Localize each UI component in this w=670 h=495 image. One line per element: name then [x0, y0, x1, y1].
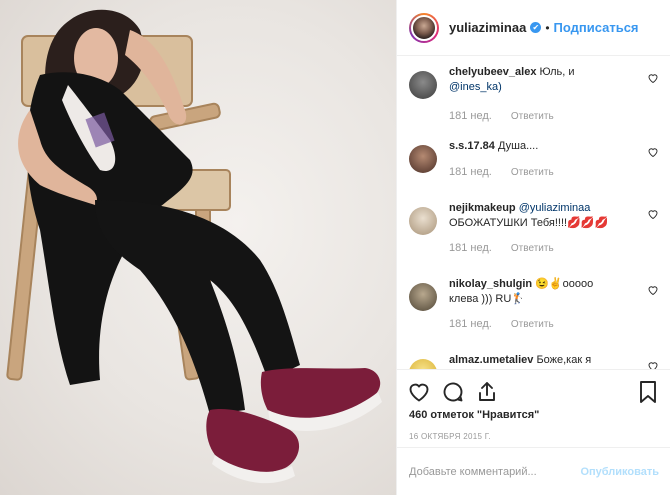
post-date[interactable]: 16 ОКТЯБРЯ 2015 Г.	[409, 432, 491, 441]
comment-icon[interactable]	[441, 380, 465, 404]
commenter-avatar[interactable]	[409, 359, 437, 369]
comment-text: nikolay_shulgin 😉✌ooooo клева ))) RU🏌	[449, 277, 635, 307]
like-small-icon[interactable]	[647, 146, 659, 158]
commenter-avatar[interactable]	[409, 71, 437, 99]
post-photo[interactable]	[0, 0, 396, 495]
comment-time[interactable]: 181 нед.	[449, 318, 492, 330]
post-photo-illustration	[6, 9, 382, 484]
reply-button[interactable]: Ответить	[511, 111, 554, 122]
bookmark-icon[interactable]	[637, 380, 659, 404]
share-icon[interactable]	[475, 380, 499, 404]
add-comment-bar: Опубликовать	[397, 447, 670, 495]
verified-icon: ✔	[530, 22, 542, 33]
comment-content: Душа....	[497, 140, 539, 152]
like-small-icon[interactable]	[647, 360, 659, 369]
like-small-icon[interactable]	[647, 284, 659, 296]
author-avatar[interactable]	[409, 12, 439, 43]
comment-text: chelyubeev_alex Юль, и @ines_ka)	[449, 65, 635, 95]
comment-text: nejikmakeup @yuliaziminaa ОБОЖАТУШКИ Теб…	[449, 201, 635, 231]
comment-content: Юль, и	[539, 66, 575, 78]
action-icons	[407, 380, 499, 406]
commenter-avatar[interactable]	[409, 283, 437, 311]
comment-meta: 181 нед. Ответить	[449, 110, 570, 122]
comment-content: ОБОЖАТУШКИ Тебя!!!!💋💋💋	[449, 217, 609, 229]
follow-button[interactable]: Подписаться	[554, 20, 639, 35]
comment-content: клева ))) RU🏌	[449, 293, 525, 305]
likes-count[interactable]: 460 отметок "Нравится"	[409, 409, 539, 421]
heart-icon[interactable]	[407, 380, 431, 404]
comment-meta: 181 нед. Ответить	[449, 166, 570, 178]
separator-dot: •	[545, 20, 550, 35]
commenter-username[interactable]: nejikmakeup	[449, 202, 516, 214]
reply-button[interactable]: Ответить	[511, 243, 554, 254]
like-small-icon[interactable]	[647, 208, 659, 220]
commenter-avatar[interactable]	[409, 145, 437, 173]
commenter-username[interactable]: nikolay_shulgin	[449, 278, 532, 290]
comment-time[interactable]: 181 нед.	[449, 110, 492, 122]
comment-meta: 181 нед. Ответить	[449, 318, 570, 330]
comment-content: Боже,как я	[536, 354, 592, 366]
post-sidebar: yuliaziminaa ✔ • Подписаться chelyubeev_…	[396, 0, 670, 495]
comment-content: 😉✌ooooo	[535, 278, 594, 290]
comments-list[interactable]: chelyubeev_alex Юль, и @ines_ka) 181 нед…	[397, 57, 670, 369]
comment-input[interactable]	[409, 465, 581, 478]
commenter-username[interactable]: chelyubeev_alex	[449, 66, 536, 78]
post-header: yuliaziminaa ✔ • Подписаться	[397, 0, 670, 56]
commenter-avatar[interactable]	[409, 207, 437, 235]
comment-mention[interactable]: @ines_ka)	[449, 81, 502, 93]
publish-button[interactable]: Опубликовать	[580, 466, 659, 478]
commenter-username[interactable]: s.s.17.84	[449, 140, 495, 152]
comment-text: s.s.17.84 Душа....	[449, 139, 635, 154]
comment-meta: 181 нед. Ответить	[449, 242, 570, 254]
comment-mention[interactable]: @yuliaziminaa	[519, 202, 591, 214]
reply-button[interactable]: Ответить	[511, 167, 554, 178]
like-small-icon[interactable]	[647, 72, 659, 84]
commenter-username[interactable]: almaz.umetaliev	[449, 354, 533, 366]
comment-time[interactable]: 181 нед.	[449, 166, 492, 178]
comment-text: almaz.umetaliev Боже,как я	[449, 353, 635, 368]
comment-time[interactable]: 181 нед.	[449, 242, 492, 254]
reply-button[interactable]: Ответить	[511, 319, 554, 330]
author-username[interactable]: yuliaziminaa	[449, 20, 526, 35]
